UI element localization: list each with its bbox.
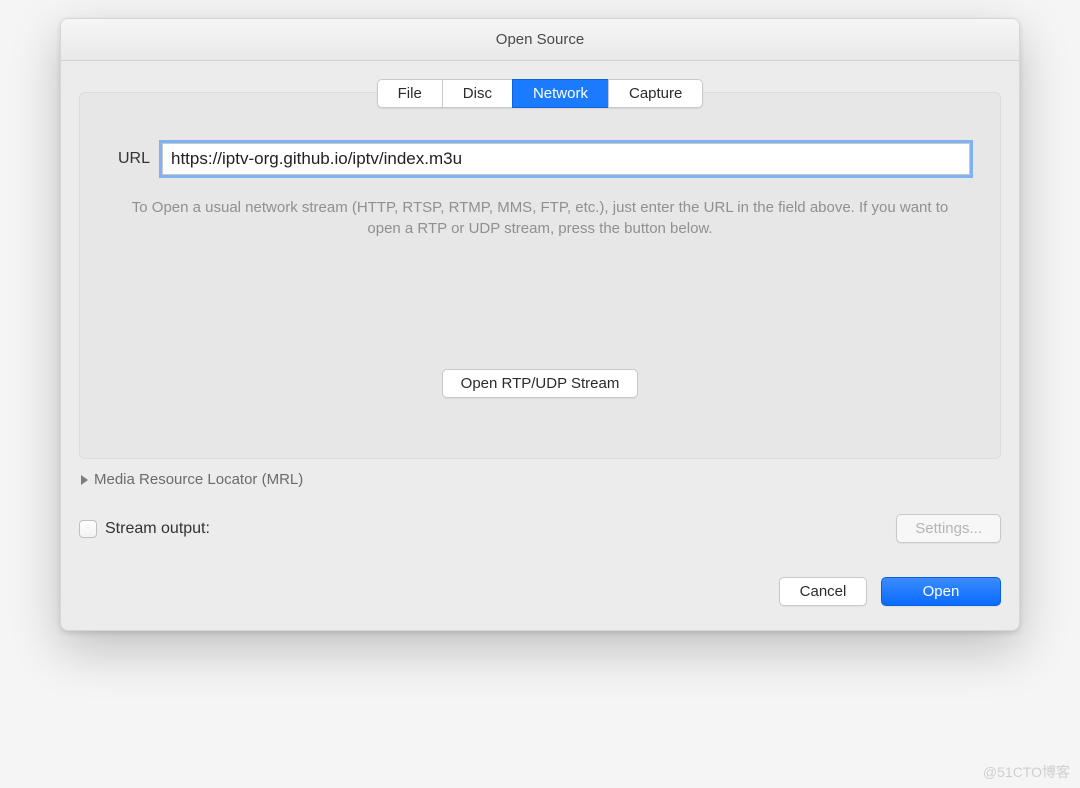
- url-input[interactable]: [162, 143, 970, 175]
- url-label: URL: [110, 150, 150, 168]
- stream-output-label: Stream output:: [105, 520, 210, 538]
- network-panel: URL To Open a usual network stream (HTTP…: [79, 92, 1001, 459]
- open-button[interactable]: Open: [881, 577, 1001, 606]
- tab-capture[interactable]: Capture: [608, 79, 703, 108]
- disclosure-triangle-icon: [81, 475, 88, 485]
- tab-disc[interactable]: Disc: [442, 79, 512, 108]
- tab-file[interactable]: File: [377, 79, 442, 108]
- dialog-actions: Cancel Open: [79, 577, 1001, 606]
- window-title: Open Source: [496, 31, 584, 48]
- cancel-button[interactable]: Cancel: [779, 577, 867, 606]
- tab-network[interactable]: Network: [512, 79, 608, 108]
- mrl-label: Media Resource Locator (MRL): [94, 471, 303, 488]
- stream-settings-button[interactable]: Settings...: [896, 514, 1001, 543]
- url-row: URL: [110, 143, 970, 175]
- rtp-button-wrap: Open RTP/UDP Stream: [110, 369, 970, 398]
- stream-output-left: Stream output:: [79, 520, 210, 538]
- network-help-text: To Open a usual network stream (HTTP, RT…: [110, 197, 970, 239]
- mrl-disclosure[interactable]: Media Resource Locator (MRL): [79, 471, 1001, 488]
- open-source-window: Open Source File Disc Network Capture UR…: [60, 18, 1020, 631]
- stream-output-checkbox[interactable]: [79, 520, 97, 538]
- stream-output-row: Stream output: Settings...: [79, 514, 1001, 543]
- open-rtp-udp-button[interactable]: Open RTP/UDP Stream: [442, 369, 639, 398]
- segmented-group: File Disc Network Capture: [377, 79, 704, 108]
- window-titlebar: Open Source: [61, 19, 1019, 61]
- watermark-text: @51CTO博客: [983, 762, 1070, 782]
- window-content: File Disc Network Capture URL To Open a …: [61, 61, 1019, 630]
- source-tab-bar: File Disc Network Capture: [79, 79, 1001, 108]
